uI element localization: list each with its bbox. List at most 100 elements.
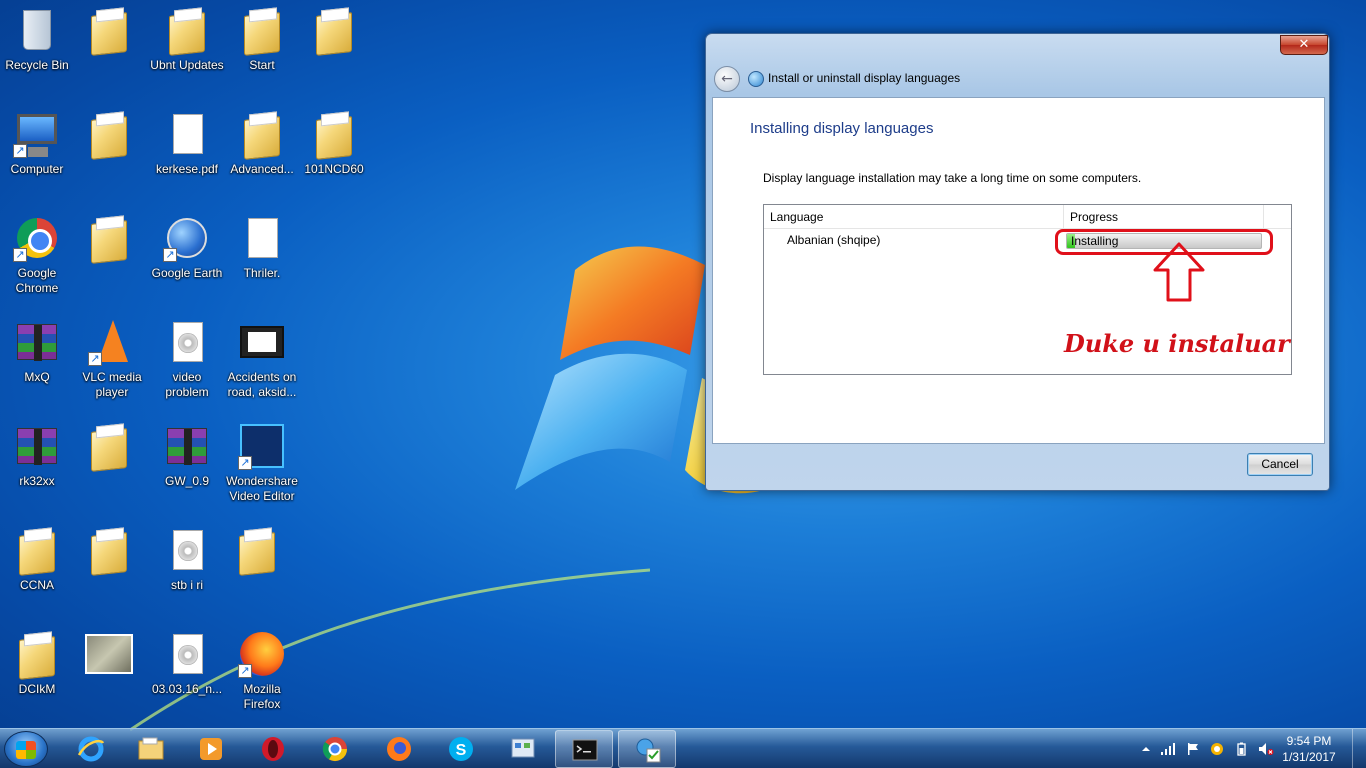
recycle-bin-icon — [23, 10, 51, 50]
desktop-icon-101ncd60[interactable]: 101NCD60 — [297, 110, 371, 177]
shortcut-arrow-icon: ↗ — [13, 144, 27, 158]
video-file-icon — [240, 326, 284, 358]
desktop-icon-label: Thriler. — [243, 266, 281, 280]
folder-icon — [19, 532, 55, 576]
internet-explorer-icon — [77, 736, 105, 762]
taskbar-item-skype[interactable]: S — [432, 730, 490, 768]
disc-file-icon — [173, 322, 203, 362]
desktop-icon-folder[interactable] — [72, 110, 146, 162]
desktop-icon-folder[interactable] — [220, 526, 294, 578]
desktop-icon-label: MxQ — [24, 370, 50, 384]
desktop-icon-ccna[interactable]: CCNA — [0, 526, 74, 593]
folder-icon — [91, 532, 127, 576]
firefox-icon — [387, 737, 411, 761]
taskbar-item-windows-explorer[interactable] — [122, 730, 180, 768]
globe-checklist-icon — [636, 738, 661, 763]
image-file-icon — [85, 634, 133, 674]
desktop-icon-gw-0-9[interactable]: GW_0.9 — [150, 422, 224, 489]
desktop-icon-google-earth[interactable]: ↗ Google Earth — [150, 214, 224, 281]
up-arrow-annotation — [1153, 242, 1205, 302]
desktop-icon-vlc[interactable]: ↗ VLC media player — [75, 318, 149, 400]
desktop-icon-label: Google Chrome — [15, 266, 59, 295]
desktop-icon-accidents-on-road[interactable]: Accidents on road, aksid... — [225, 318, 299, 400]
desktop-icon-folder[interactable] — [72, 214, 146, 266]
desktop-icon-label: Start — [249, 58, 275, 72]
taskbar-item-chrome[interactable] — [306, 730, 364, 768]
control-panel-icon — [511, 738, 535, 758]
disc-file-icon — [173, 634, 203, 674]
desktop-icon-label: Accidents on road, aksid... — [227, 370, 297, 399]
volume-muted-icon[interactable] — [1258, 741, 1274, 755]
column-header-progress[interactable]: Progress — [1064, 205, 1264, 229]
desktop-icon-google-chrome[interactable]: ↗ Google Chrome — [0, 214, 74, 296]
desktop-icon-label: Computer — [10, 162, 64, 176]
folder-icon — [91, 220, 127, 264]
desktop-icon-video-problem[interactable]: video problem — [150, 318, 224, 400]
desktop-icon-wondershare[interactable]: ↗ Wondershare Video Editor — [225, 422, 299, 504]
back-button[interactable]: ← — [714, 66, 740, 92]
disc-file-icon — [173, 530, 203, 570]
column-header-language[interactable]: Language — [764, 205, 1064, 229]
shortcut-arrow-icon: ↗ — [13, 248, 27, 262]
desktop-icon-folder[interactable] — [297, 6, 371, 58]
desktop-icon-label: Wondershare Video Editor — [226, 474, 298, 503]
folder-icon — [244, 116, 280, 160]
taskbar-item-internet-explorer[interactable] — [62, 730, 120, 768]
desktop-icon-computer[interactable]: ↗ Computer — [0, 110, 74, 177]
show-hidden-icons-icon[interactable] — [1139, 741, 1153, 755]
description-text: Display language installation may take a… — [763, 171, 1142, 185]
desktop-icon-thriler[interactable]: Thriler. — [225, 214, 299, 281]
desktop-icon-dcikm[interactable]: DCIkM — [0, 630, 74, 697]
folder-icon — [244, 12, 280, 56]
taskbar-item-command-prompt[interactable] — [555, 730, 613, 768]
desktop-icon-label: Advanced... — [230, 162, 294, 176]
desktop-icon-label: CCNA — [19, 578, 54, 592]
system-clock[interactable]: 9:54 PM 1/31/2017 — [1278, 733, 1340, 765]
desktop-icon-folder[interactable] — [72, 526, 146, 578]
folder-icon — [91, 12, 127, 56]
app-tray-icon[interactable] — [1210, 741, 1224, 755]
windows-flag-icon — [16, 741, 36, 759]
desktop-icon-ubnt-updates[interactable]: Ubnt Updates — [150, 6, 224, 73]
taskbar-item-media-player[interactable] — [182, 730, 240, 768]
taskbar-item-control-panel[interactable] — [494, 730, 552, 768]
desktop-icon-03-03-16[interactable]: 03.03.16_n... — [150, 630, 224, 697]
network-signal-icon[interactable] — [1160, 741, 1175, 755]
desktop-icon-label: Recycle Bin — [5, 58, 69, 72]
navigation-bar: ← Install or uninstall display languages — [706, 62, 1329, 96]
cancel-button[interactable]: Cancel — [1247, 453, 1313, 476]
shortcut-arrow-icon: ↗ — [238, 664, 252, 678]
desktop-icon-kerkese-pdf[interactable]: kerkese.pdf — [150, 110, 224, 177]
skype-icon: S — [449, 737, 473, 761]
show-desktop-button[interactable] — [1352, 729, 1366, 768]
folder-library-icon — [138, 737, 164, 760]
language-list: Language Progress Albanian (shqipe) Inst… — [763, 204, 1292, 375]
folder-icon — [239, 532, 275, 576]
desktop-icon-mxq[interactable]: MxQ — [0, 318, 74, 385]
desktop-icon-advanced[interactable]: Advanced... — [225, 110, 299, 177]
desktop-icon-label: stb i ri — [170, 578, 203, 592]
desktop-icon-folder[interactable] — [72, 422, 146, 474]
media-player-icon — [200, 738, 222, 760]
svg-text:S: S — [456, 742, 467, 759]
desktop-icon-start[interactable]: Start — [225, 6, 299, 73]
language-install-window: ✕ ← Install or uninstall display languag… — [705, 33, 1330, 491]
desktop-icon-mozilla-firefox[interactable]: ↗ Mozilla Firefox — [225, 630, 299, 712]
taskbar-item-firefox[interactable] — [370, 730, 428, 768]
opera-icon — [262, 737, 284, 761]
folder-icon — [316, 12, 352, 56]
desktop-icon-label: kerkese.pdf — [155, 162, 219, 176]
start-button[interactable] — [4, 731, 48, 767]
desktop-icon-label: Google Earth — [151, 266, 223, 280]
desktop-icon-rk32xx[interactable]: rk32xx — [0, 422, 74, 489]
taskbar-item-opera[interactable] — [244, 730, 302, 768]
action-center-flag-icon[interactable] — [1186, 741, 1200, 755]
command-prompt-icon — [572, 739, 598, 761]
battery-icon[interactable] — [1234, 741, 1248, 756]
desktop-icon-folder[interactable] — [72, 6, 146, 58]
taskbar-item-region-language[interactable] — [618, 730, 676, 768]
desktop-icon-recycle-bin[interactable]: Recycle Bin — [0, 6, 74, 73]
desktop-icon-stb-i-ri[interactable]: stb i ri — [150, 526, 224, 593]
close-button[interactable]: ✕ — [1280, 35, 1328, 55]
desktop-icon-image[interactable] — [72, 630, 146, 682]
